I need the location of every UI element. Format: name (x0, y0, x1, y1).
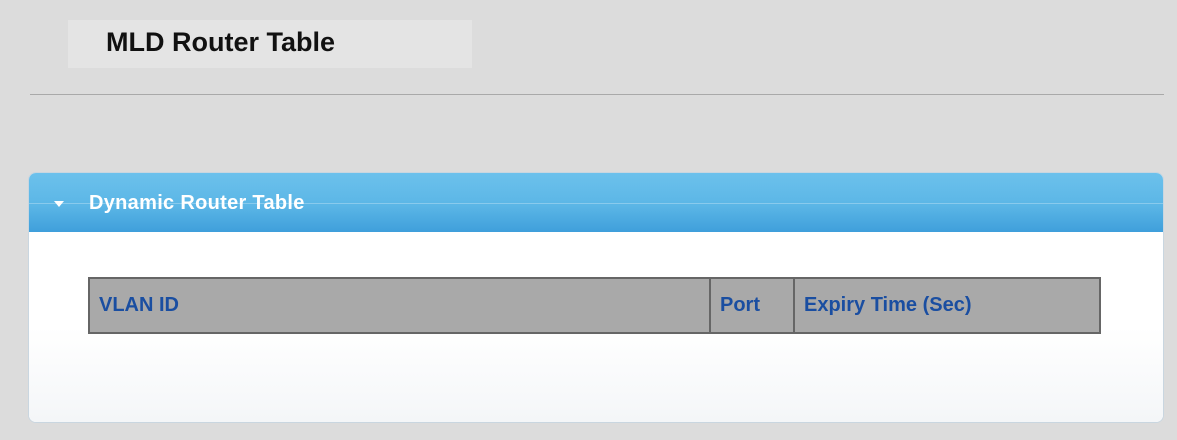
column-header-vlan-id: VLAN ID (89, 278, 711, 333)
page-title-box: MLD Router Table (68, 20, 472, 68)
panel-title: Dynamic Router Table (89, 192, 305, 214)
column-header-label: VLAN ID (99, 294, 179, 316)
column-header-label: Expiry Time (Sec) (804, 294, 972, 316)
triangle-down-icon (54, 201, 64, 207)
router-table: VLAN ID Port Expiry Time (Sec) (88, 277, 1101, 334)
column-header-port: Port (710, 278, 795, 333)
title-divider (30, 94, 1164, 95)
mld-router-table-page: MLD Router Table Dynamic Router Table VL… (0, 0, 1177, 440)
panel-header-toggle[interactable]: Dynamic Router Table (29, 173, 1163, 232)
page-title: MLD Router Table (106, 27, 335, 57)
column-header-label: Port (720, 294, 760, 316)
column-header-expiry-time: Expiry Time (Sec) (794, 278, 1100, 333)
dynamic-router-table-panel: Dynamic Router Table VLAN ID Port Expiry… (28, 172, 1164, 423)
table-header-row: VLAN ID Port Expiry Time (Sec) (89, 278, 1100, 333)
